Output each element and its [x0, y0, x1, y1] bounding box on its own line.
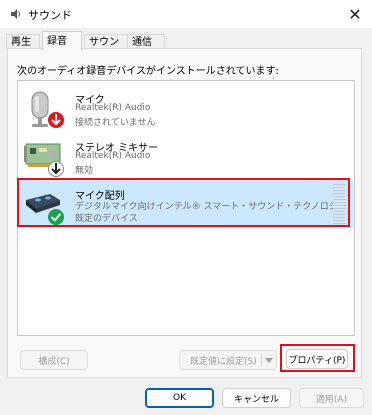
set-default-button[interactable]: 既定値に設定(S): [179, 350, 277, 370]
close-icon: ✕: [348, 4, 362, 24]
device-status: 無効: [75, 166, 94, 176]
tab-communications[interactable]: 通信: [127, 34, 165, 49]
speaker-icon: [11, 9, 20, 19]
microphone-icon: [31, 91, 64, 128]
device-driver: Realtek(R) Audio: [75, 151, 151, 161]
sound-card-icon: [24, 143, 64, 177]
tab-recording[interactable]: 録音: [42, 31, 82, 50]
title-bar: サウンド ✕: [0, 0, 372, 28]
tab-sounds[interactable]: サウンド: [84, 34, 128, 63]
device-status: 接続されていません: [75, 118, 156, 128]
highlight-box-device: [17, 178, 350, 227]
device-item-stereo-mixer[interactable]: ステレオ ミキサー Realtek(R) Audio 無効: [19, 132, 353, 180]
instruction-text: 次のオーディオ録音デバイスがインストールされています:: [17, 66, 279, 77]
black-down-arrow-icon: [48, 161, 64, 177]
tab-playback[interactable]: 再生: [6, 34, 40, 49]
cancel-button[interactable]: キャンセル: [222, 388, 291, 408]
configure-button[interactable]: 構成(C): [20, 350, 88, 370]
apply-button[interactable]: 適用(A): [299, 388, 364, 408]
chevron-down-icon[interactable]: [265, 358, 273, 363]
device-item-microphone[interactable]: マイク Realtek(R) Audio 接続されていません: [19, 84, 353, 132]
device-driver: Realtek(R) Audio: [75, 103, 151, 113]
window-title: サウンド: [28, 9, 72, 22]
set-default-label: 既定値に設定(S): [190, 356, 257, 367]
ok-button[interactable]: OK: [145, 388, 214, 408]
split-divider: [261, 353, 262, 367]
red-down-arrow-icon: [48, 112, 64, 128]
highlight-box-properties: [280, 344, 355, 372]
close-button[interactable]: ✕: [338, 0, 372, 28]
